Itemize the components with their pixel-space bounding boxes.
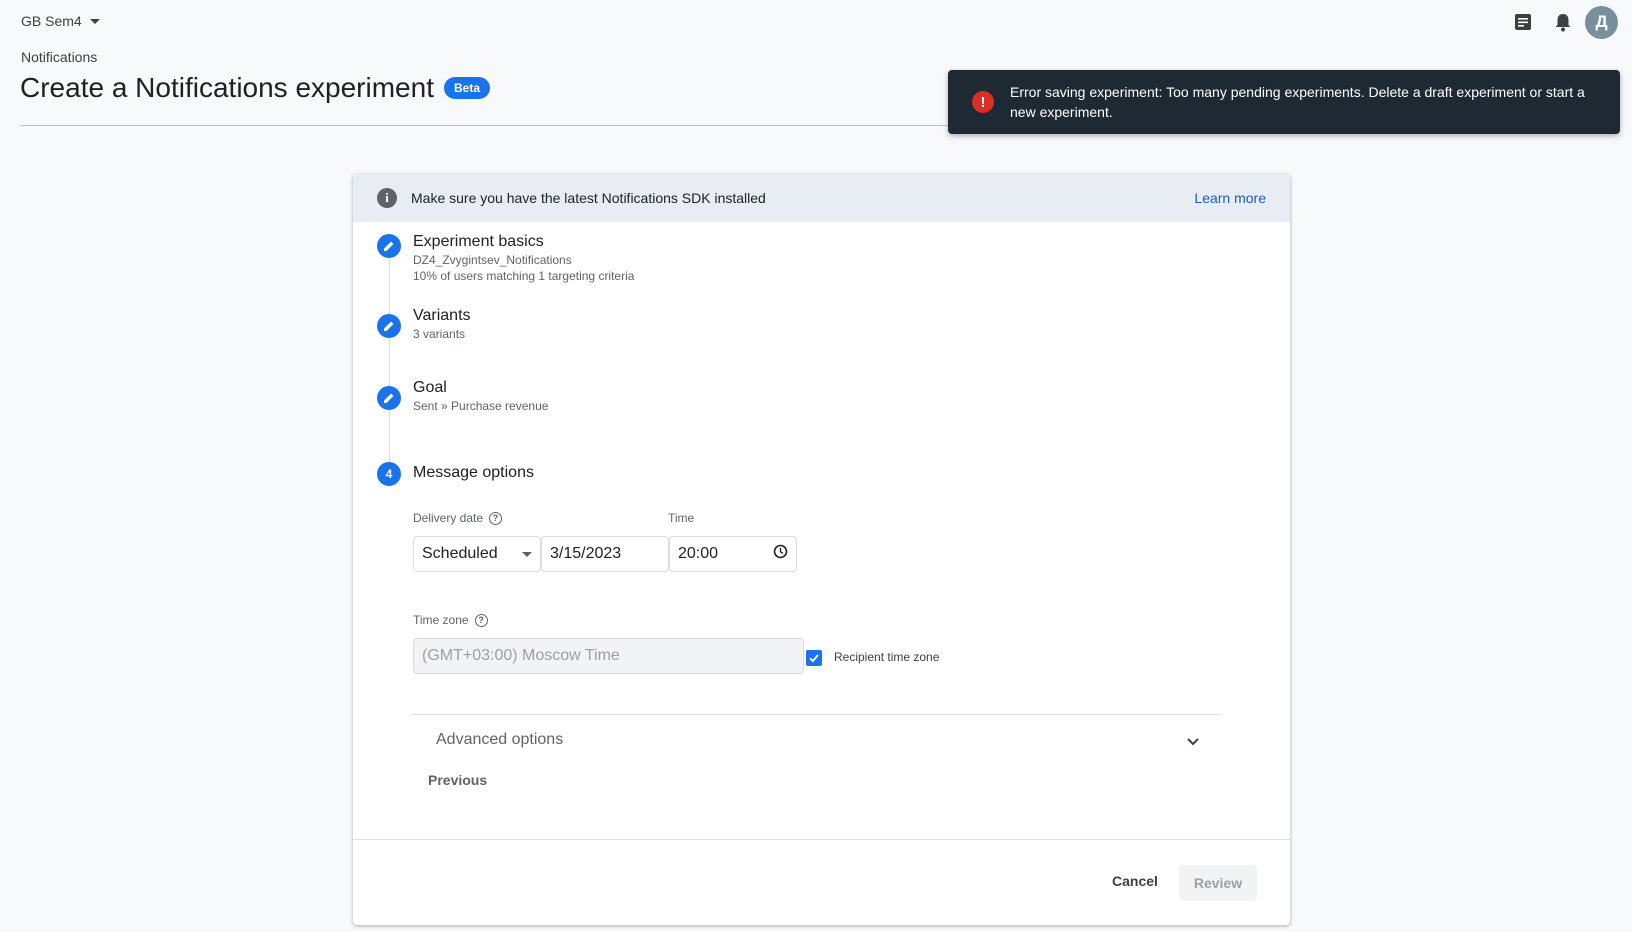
advanced-divider — [412, 714, 1222, 715]
step-variants[interactable]: Variants 3 variants — [377, 307, 471, 342]
time-input[interactable]: 20:00 — [669, 536, 797, 572]
delivery-type-value: Scheduled — [422, 545, 498, 562]
edit-icon[interactable] — [377, 234, 401, 258]
project-selector[interactable]: GB Sem4 — [21, 13, 100, 29]
step-number: 4 — [377, 462, 401, 486]
recipient-time-zone-label[interactable]: Recipient time zone — [834, 650, 939, 664]
step-goal[interactable]: Goal Sent » Purchase revenue — [377, 379, 549, 414]
top-bar: GB Sem4 Д — [0, 0, 1632, 44]
date-input[interactable]: 3/15/2023 — [541, 536, 669, 572]
step-subtitle: Sent » Purchase revenue — [413, 399, 549, 413]
edit-icon[interactable] — [377, 386, 401, 410]
chevron-down-icon[interactable] — [1186, 734, 1200, 752]
title-divider — [20, 125, 950, 126]
page-title-text: Create a Notifications experiment — [20, 72, 434, 103]
learn-more-link[interactable]: Learn more — [1194, 190, 1266, 206]
help-icon[interactable]: ? — [474, 613, 488, 627]
info-icon: i — [377, 188, 397, 208]
time-zone-value: (GMT+03:00) Moscow Time — [422, 647, 620, 664]
time-label: Time — [668, 511, 695, 525]
time-zone-label-text: Time zone — [413, 613, 469, 627]
step-subtitle: DZ4_Zvygintsev_Notifications — [413, 253, 572, 267]
error-toast: ! Error saving experiment: Too many pend… — [948, 70, 1620, 134]
clock-icon — [773, 544, 788, 564]
delivery-type-select[interactable]: Scheduled — [413, 536, 541, 572]
breadcrumb[interactable]: Notifications — [21, 49, 97, 65]
step-message-options: 4 Message options — [377, 462, 534, 486]
help-icon[interactable]: ? — [489, 511, 503, 525]
time-zone-label: Time zone ? — [413, 613, 488, 627]
step-subtitle: 10% of users matching 1 targeting criter… — [413, 269, 635, 283]
page-title: Create a Notifications experiment Beta — [20, 72, 490, 104]
date-value: 3/15/2023 — [550, 545, 622, 562]
info-text: Make sure you have the latest Notificati… — [411, 190, 766, 206]
cancel-button[interactable]: Cancel — [1100, 865, 1170, 897]
advanced-options-toggle[interactable]: Advanced options — [436, 731, 563, 749]
toast-message: Error saving experiment: Too many pendin… — [1010, 84, 1585, 120]
beta-badge: Beta — [443, 77, 490, 99]
experiment-card: i Make sure you have the latest Notifica… — [353, 174, 1290, 925]
chevron-down-icon — [89, 18, 100, 24]
step-experiment-basics[interactable]: Experiment basics DZ4_Zvygintsev_Notific… — [377, 233, 635, 284]
step-subtitle: 3 variants — [413, 327, 466, 341]
error-icon: ! — [972, 91, 994, 113]
step-title: Message options — [413, 464, 534, 481]
release-notes-icon[interactable] — [1503, 5, 1543, 39]
chevron-down-icon — [522, 551, 532, 557]
time-zone-field: (GMT+03:00) Moscow Time — [413, 638, 804, 674]
step-title: Goal — [413, 379, 447, 396]
step-title: Experiment basics — [413, 233, 544, 250]
sdk-info-banner: i Make sure you have the latest Notifica… — [353, 174, 1290, 222]
edit-icon[interactable] — [377, 314, 401, 338]
project-name: GB Sem4 — [21, 13, 82, 29]
bell-icon[interactable] — [1543, 5, 1583, 39]
time-value: 20:00 — [678, 545, 719, 562]
step-title: Variants — [413, 307, 471, 324]
delivery-date-label-text: Delivery date — [413, 511, 484, 525]
previous-button[interactable]: Previous — [428, 772, 487, 788]
recipient-time-zone-checkbox[interactable] — [806, 650, 822, 666]
top-icons: Д — [1503, 5, 1632, 39]
delivery-date-label: Delivery date ? — [413, 511, 503, 525]
avatar[interactable]: Д — [1585, 5, 1618, 39]
